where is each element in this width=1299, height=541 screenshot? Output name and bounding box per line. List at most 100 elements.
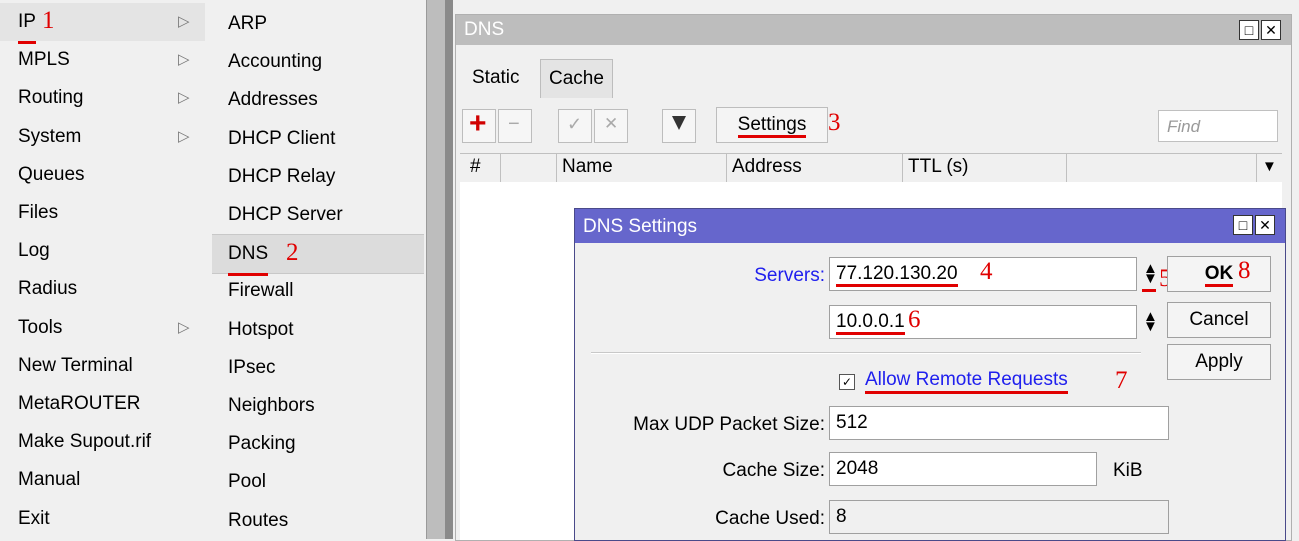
submenu-arrow-icon: ▷: [178, 89, 190, 107]
close-icon[interactable]: ✕: [1261, 20, 1281, 40]
filter-button[interactable]: [662, 109, 696, 143]
main-menu-item-label: MetaROUTER: [18, 393, 141, 414]
ip-menu-item-dhcp-server[interactable]: DHCP Server: [212, 196, 424, 234]
server2-value: 10.0.0.1: [836, 311, 905, 335]
apply-button[interactable]: Apply: [1167, 344, 1271, 380]
enable-button[interactable]: ✓: [558, 109, 592, 143]
ip-menu-item-pool[interactable]: Pool: [212, 463, 424, 501]
dns-window-titlebar[interactable]: DNS □ ✕: [456, 15, 1291, 45]
ip-menu-item-label: Pool: [228, 471, 267, 493]
main-menu-item-ip[interactable]: IP 1 ▷: [0, 3, 205, 44]
ip-menu-item-label: DHCP Relay: [228, 165, 336, 187]
main-menu-item-label: New Terminal: [18, 354, 133, 376]
annotation-marker-7: 7: [1115, 367, 1128, 394]
ip-menu-item-ipsec[interactable]: IPsec: [212, 349, 424, 387]
cancel-button[interactable]: Cancel: [1167, 302, 1271, 338]
ip-menu-item-label: DHCP Server: [228, 204, 343, 225]
filter-icon: [672, 116, 686, 130]
ip-menu-item-routes[interactable]: Routes: [212, 502, 424, 540]
annotation-marker-8: 8: [1238, 257, 1251, 284]
ip-menu-item-label: Packing: [228, 433, 296, 455]
main-menu-item-label: Log: [18, 240, 50, 262]
column-ttl[interactable]: TTL (s): [908, 156, 969, 178]
ip-menu-item-neighbors[interactable]: Neighbors: [212, 387, 424, 425]
main-menu-item-manual[interactable]: Manual: [0, 461, 205, 499]
settings-button[interactable]: Settings: [716, 107, 828, 143]
spin-updown-icon[interactable]: ▲ ▼: [1143, 309, 1158, 334]
main-menu-item-queues[interactable]: Queues: [0, 156, 205, 194]
ip-menu-item-dhcp-client[interactable]: DHCP Client: [212, 120, 424, 158]
ip-menu-item-label: DHCP Client: [228, 127, 336, 149]
dns-window-title: DNS: [464, 19, 505, 40]
annotation-marker-2: 2: [286, 239, 299, 267]
main-menu-item-label: Queues: [18, 163, 85, 185]
main-menu: IP 1 ▷ MPLS ▷ Routing ▷ System ▷ Queues Files Log Ra…: [0, 0, 205, 539]
maximize-icon[interactable]: □: [1233, 215, 1253, 235]
table-header: # Name Address TTL (s) ▼: [460, 153, 1282, 183]
remove-button[interactable]: −: [498, 109, 532, 143]
main-menu-item-label: Make Supout.rif: [18, 431, 152, 453]
cache-size-label: Cache Size:: [722, 460, 825, 481]
server1-value: 77.120.130.20: [836, 263, 958, 287]
column-name[interactable]: Name: [562, 156, 613, 178]
main-menu-item-log[interactable]: Log: [0, 232, 205, 270]
tab-static[interactable]: Static: [464, 59, 528, 97]
ip-menu-item-addresses[interactable]: Addresses: [212, 81, 424, 119]
max-udp-input[interactable]: 512: [829, 406, 1169, 440]
dns-settings-title: DNS Settings: [583, 216, 698, 237]
ip-menu-item-firewall[interactable]: Firewall: [212, 272, 424, 310]
spin-updown-icon[interactable]: ▲ ▼: [1143, 261, 1158, 286]
main-menu-item-exit[interactable]: Exit: [0, 500, 205, 538]
column-number[interactable]: #: [470, 156, 481, 178]
submenu-arrow-icon: ▷: [178, 13, 190, 30]
divider: [591, 352, 1141, 354]
cache-size-unit: KiB: [1113, 460, 1143, 481]
add-button[interactable]: +: [462, 107, 496, 143]
main-menu-item-mpls[interactable]: MPLS ▷: [0, 41, 205, 79]
ip-menu-item-hotspot[interactable]: Hotspot: [212, 311, 424, 349]
column-dropdown-icon[interactable]: ▼: [1262, 158, 1277, 175]
main-menu-item-label: Routing: [18, 87, 84, 109]
main-menu-item-tools[interactable]: Tools ▷: [0, 309, 205, 347]
allow-remote-label[interactable]: Allow Remote Requests: [865, 369, 1068, 394]
servers-label[interactable]: Servers:: [675, 265, 825, 287]
ok-button[interactable]: OK 8: [1167, 256, 1271, 292]
annotation-marker-4: 4: [980, 258, 993, 285]
ip-menu-item-accounting[interactable]: Accounting: [212, 43, 424, 81]
ip-menu-item-label: Addresses: [228, 89, 318, 111]
column-address[interactable]: Address: [732, 156, 802, 178]
max-udp-label: Max UDP Packet Size:: [633, 414, 825, 435]
annotation-marker-3: 3: [828, 109, 841, 136]
main-menu-item-files[interactable]: Files: [0, 194, 205, 232]
cache-used-field: 8: [829, 500, 1169, 534]
find-input[interactable]: Find: [1158, 110, 1278, 142]
ip-menu-item-packing[interactable]: Packing: [212, 425, 424, 463]
ok-label: OK: [1204, 263, 1234, 287]
server2-input[interactable]: 10.0.0.1 6: [829, 305, 1137, 339]
main-menu-item-make-supout-rif[interactable]: Make Supout.rif: [0, 423, 205, 461]
submenu-arrow-icon: ▷: [178, 127, 190, 145]
dns-settings-titlebar[interactable]: DNS Settings □ ✕: [575, 209, 1285, 243]
close-icon[interactable]: ✕: [1255, 215, 1275, 235]
main-menu-item-system[interactable]: System ▷: [0, 118, 205, 156]
server1-input[interactable]: 77.120.130.20 4: [829, 257, 1137, 291]
submenu-arrow-icon: ▷: [178, 51, 190, 69]
ip-menu-item-dns[interactable]: DNS 2: [212, 234, 424, 277]
main-menu-item-new-terminal[interactable]: New Terminal: [0, 347, 205, 385]
maximize-icon[interactable]: □: [1239, 20, 1259, 40]
allow-remote-checkbox[interactable]: ✓: [839, 374, 855, 390]
ip-menu-item-label: Routes: [228, 509, 289, 531]
settings-label: Settings: [737, 114, 807, 138]
ip-menu-item-label: ARP: [228, 13, 268, 34]
main-menu-item-metarouter[interactable]: MetaROUTER: [0, 385, 205, 423]
ip-menu-item-arp[interactable]: ARP: [212, 5, 424, 43]
ip-menu-item-label: DNS: [228, 235, 269, 277]
disable-button[interactable]: ✕: [594, 109, 628, 143]
ip-menu-item-dhcp-relay[interactable]: DHCP Relay: [212, 158, 424, 196]
cache-size-input[interactable]: 2048: [829, 452, 1097, 486]
ip-menu-item-label: Hotspot: [228, 318, 294, 340]
main-menu-item-routing[interactable]: Routing ▷: [0, 79, 205, 117]
annotation-marker-1: 1: [42, 7, 55, 34]
main-menu-item-radius[interactable]: Radius: [0, 270, 205, 308]
tab-cache[interactable]: Cache: [540, 59, 613, 98]
